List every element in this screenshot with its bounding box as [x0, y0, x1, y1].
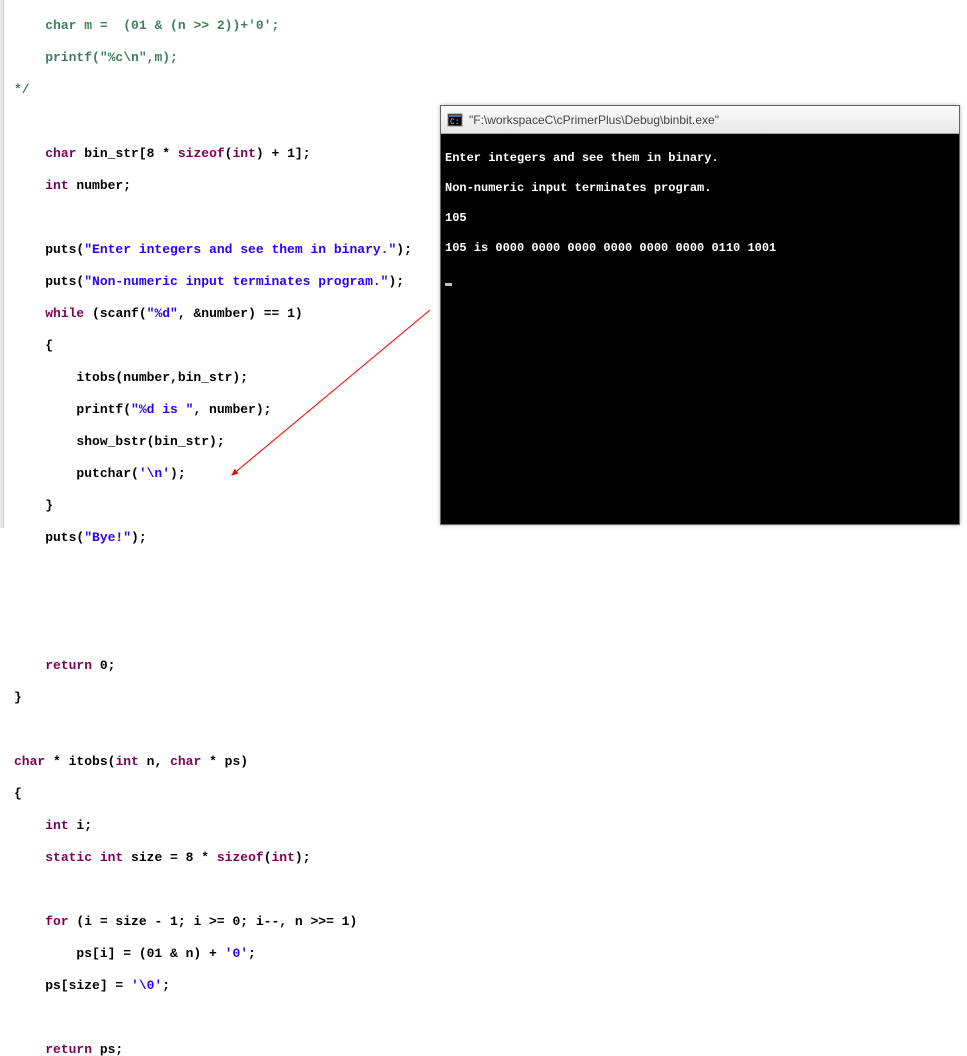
code-text: {: [14, 338, 53, 353]
code-keyword: char: [14, 754, 45, 769]
code-keyword: sizeof: [217, 850, 264, 865]
code-text: [14, 658, 45, 673]
code-text: (i = size - 1; i >= 0; i--, n >>= 1): [69, 914, 358, 929]
console-window[interactable]: C: "F:\workspaceC\cPrimerPlus\Debug\binb…: [440, 105, 960, 525]
code-keyword: sizeof: [178, 146, 225, 161]
console-line: 105 is 0000 0000 0000 0000 0000 0000 011…: [445, 241, 955, 256]
code-text: {: [14, 786, 22, 801]
code-keyword: while: [45, 306, 84, 321]
code-text: puts(: [14, 242, 84, 257]
code-keyword: return: [45, 658, 92, 673]
code-text: '0': [248, 18, 271, 33]
code-text: }: [14, 690, 22, 705]
code-text: [14, 818, 45, 833]
code-keyword: char: [45, 146, 76, 161]
code-text: puts(: [14, 530, 84, 545]
code-text: i;: [69, 818, 92, 833]
code-text: (scanf(: [84, 306, 146, 321]
code-text: [92, 850, 100, 865]
code-string: "Non-numeric input terminates program.": [84, 274, 388, 289]
code-text: printf(: [14, 402, 131, 417]
code-text: }: [14, 498, 53, 513]
code-keyword: int: [100, 850, 123, 865]
code-keyword: char: [170, 754, 201, 769]
code-text: );: [388, 274, 404, 289]
code-text: [14, 178, 45, 193]
console-titlebar[interactable]: C: "F:\workspaceC\cPrimerPlus\Debug\binb…: [441, 106, 959, 134]
code-string: "Bye!": [84, 530, 131, 545]
code-text: printf(: [14, 50, 100, 65]
code-keyword: for: [45, 914, 68, 929]
code-keyword: int: [115, 754, 138, 769]
code-text: [14, 914, 45, 929]
code-text: char: [45, 18, 76, 33]
code-text: size = 8 *: [123, 850, 217, 865]
code-keyword: int: [272, 850, 295, 865]
code-text: [14, 18, 45, 33]
code-text: n,: [139, 754, 170, 769]
code-text: number;: [69, 178, 131, 193]
code-text: ps;: [92, 1042, 123, 1056]
console-cursor: [445, 283, 452, 286]
code-text: * ps): [201, 754, 248, 769]
code-text: putchar(: [14, 466, 139, 481]
code-keyword: int: [232, 146, 255, 161]
console-title: "F:\workspaceC\cPrimerPlus\Debug\binbit.…: [469, 113, 719, 127]
code-text: );: [295, 850, 311, 865]
code-text: [14, 306, 45, 321]
code-string: "%d": [147, 306, 178, 321]
console-line: Non-numeric input terminates program.: [445, 181, 955, 196]
code-string: '0': [225, 946, 248, 961]
code-text: ) + 1];: [256, 146, 311, 161]
code-text: [14, 1042, 45, 1056]
code-text: 0;: [92, 658, 115, 673]
code-text: ;: [248, 946, 256, 961]
console-icon: C:: [447, 112, 463, 128]
code-keyword: int: [45, 818, 68, 833]
code-text: );: [131, 530, 147, 545]
svg-text:C:: C:: [450, 118, 460, 127]
editor-gutter: [0, 0, 4, 528]
code-text: );: [396, 242, 412, 257]
console-output[interactable]: Enter integers and see them in binary. N…: [441, 134, 959, 524]
code-keyword: static: [45, 850, 92, 865]
code-text: ps[i] = (01 & n) +: [14, 946, 225, 961]
code-text: "%c\n": [100, 50, 147, 65]
code-text: ,m);: [147, 50, 178, 65]
code-text: */: [14, 82, 30, 97]
code-text: bin_str[8 *: [76, 146, 177, 161]
code-text: ;: [162, 978, 170, 993]
code-text: [14, 146, 45, 161]
code-text: show_bstr(bin_str);: [14, 434, 225, 449]
code-text: (: [264, 850, 272, 865]
console-line: Enter integers and see them in binary.: [445, 151, 955, 166]
console-line: 105: [445, 211, 955, 226]
code-keyword: return: [45, 1042, 92, 1056]
code-text: );: [170, 466, 186, 481]
code-text: [14, 850, 45, 865]
code-text: * itobs(: [45, 754, 115, 769]
code-string: '\0': [131, 978, 162, 993]
code-text: ps[size] =: [14, 978, 131, 993]
code-text: puts(: [14, 274, 84, 289]
code-text: itobs(number,bin_str);: [14, 370, 248, 385]
code-keyword: int: [45, 178, 68, 193]
code-text: m = (01 & (n >> 2))+: [76, 18, 248, 33]
code-text: ;: [271, 18, 279, 33]
code-text: , &number) == 1): [178, 306, 303, 321]
code-string: '\n': [139, 466, 170, 481]
code-string: "Enter integers and see them in binary.": [84, 242, 396, 257]
code-text: , number);: [193, 402, 271, 417]
code-string: "%d is ": [131, 402, 193, 417]
